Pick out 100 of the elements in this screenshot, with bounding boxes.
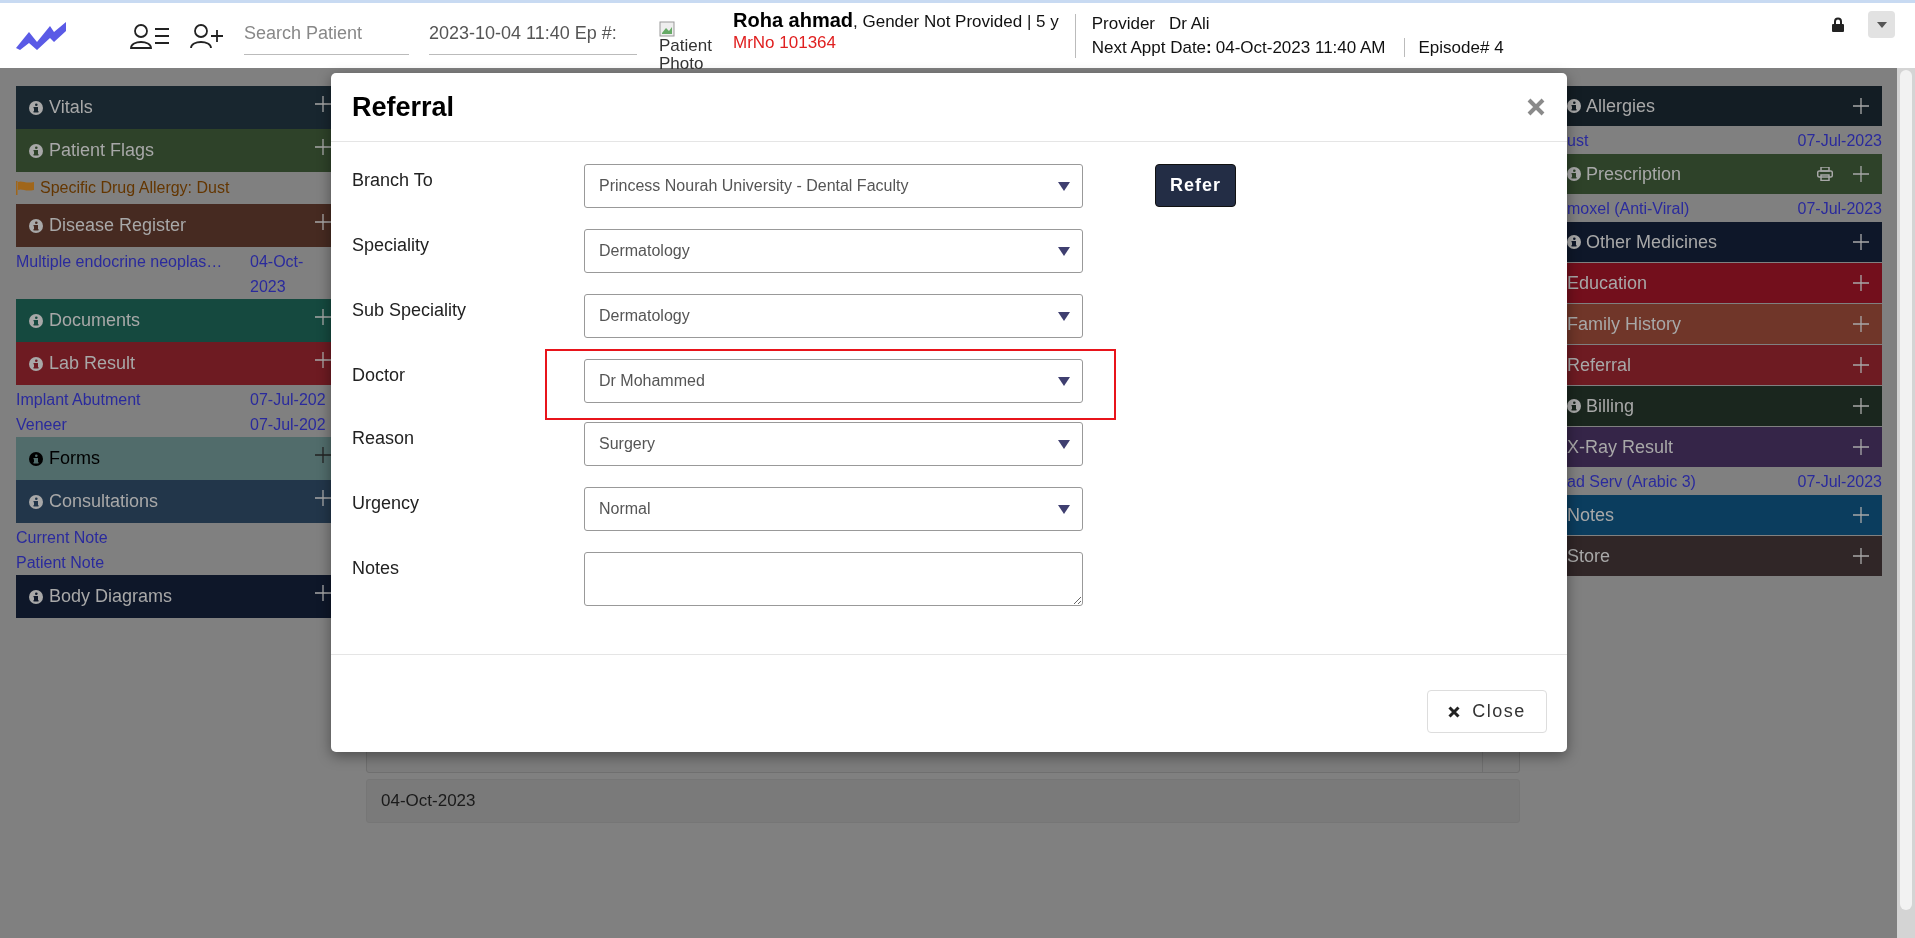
date-field[interactable]: 04-Oct-2023 <box>366 779 1520 823</box>
section-header[interactable]: Prescription <box>1567 154 1882 194</box>
section-header[interactable]: Consultations <box>16 480 331 523</box>
field-label: Speciality <box>352 234 431 256</box>
caret-icon <box>1058 246 1070 256</box>
section-title: Billing <box>1586 395 1635 417</box>
add-icon[interactable] <box>1853 507 1869 523</box>
add-icon[interactable] <box>315 351 331 368</box>
item-link[interactable]: moxel (Anti-Viral) <box>1567 195 1798 222</box>
patient-list-icon[interactable] <box>130 22 170 49</box>
section-header[interactable]: Family History <box>1567 304 1882 344</box>
info-icon <box>29 356 43 371</box>
caret-icon <box>1876 21 1887 28</box>
add-icon[interactable] <box>315 95 331 112</box>
field-label: Urgency <box>352 492 421 514</box>
refer-button[interactable]: Refer <box>1155 164 1237 207</box>
item-date: 04-Oct-2023 <box>250 252 305 297</box>
notes-field[interactable] <box>584 552 1083 606</box>
section-title: Disease Register <box>49 215 187 236</box>
field-label: Reason <box>352 427 416 449</box>
select-field[interactable]: Dermatology <box>584 294 1083 338</box>
next-appt-label: Next Appt Date: <box>1091 37 1212 57</box>
dropdown-button[interactable] <box>1868 11 1895 38</box>
episode-field[interactable]: 2023-10-04 11:40 Ep #: <box>429 16 637 55</box>
section-header[interactable]: Billing <box>1567 386 1882 426</box>
info-icon <box>1567 235 1581 249</box>
add-icon[interactable] <box>315 446 331 463</box>
select-field[interactable]: Normal <box>584 487 1083 531</box>
item-link[interactable]: Patient Note <box>16 550 331 575</box>
add-icon[interactable] <box>1853 357 1869 373</box>
caret-icon <box>1058 181 1070 191</box>
select-field[interactable]: Princess Nourah University - Dental Faculty <box>584 164 1083 208</box>
add-icon[interactable] <box>1853 275 1869 291</box>
section-header[interactable]: Vitals <box>16 86 331 129</box>
provider-label: Provider <box>1091 13 1156 33</box>
add-icon[interactable] <box>1853 398 1869 414</box>
item-date: 07-Jul-2023 <box>1797 472 1882 492</box>
print-icon[interactable] <box>1817 167 1833 181</box>
caret-icon <box>1058 311 1070 321</box>
select-field[interactable]: Dr Mohammed <box>584 359 1083 403</box>
item-link[interactable]: Implant Abutment <box>16 387 250 412</box>
field-label: Sub Speciality <box>352 299 468 321</box>
add-icon[interactable] <box>1853 548 1869 564</box>
info-icon <box>1567 99 1581 113</box>
field-label: Branch To <box>352 169 434 191</box>
section-header[interactable]: Forms <box>16 437 331 480</box>
section-title: Body Diagrams <box>49 586 173 607</box>
close-icon <box>1448 705 1461 718</box>
item-link[interactable]: ad Serv (Arabic 3) <box>1567 468 1798 495</box>
section-title: Vitals <box>49 97 93 118</box>
select-field[interactable]: Dermatology <box>584 229 1083 273</box>
add-icon[interactable] <box>1853 234 1869 250</box>
select-field[interactable]: Surgery <box>584 422 1083 466</box>
section-title: Other Medicines <box>1586 231 1718 253</box>
add-icon[interactable] <box>315 584 331 601</box>
logo-icon[interactable] <box>16 21 68 50</box>
item-link[interactable]: Current Note <box>16 525 331 550</box>
add-icon[interactable] <box>315 213 331 230</box>
section-header[interactable]: Disease Register <box>16 204 331 247</box>
lock-icon[interactable] <box>1832 17 1844 32</box>
scrollbar[interactable] <box>1897 68 1915 938</box>
section-header[interactable]: Body Diagrams <box>16 575 331 618</box>
section-header[interactable]: Patient Flags <box>16 129 331 172</box>
close-icon[interactable] <box>1527 98 1545 116</box>
info-icon <box>29 313 43 328</box>
item-link[interactable]: ust <box>1567 127 1798 154</box>
provider-name: Dr Ali <box>1169 13 1210 33</box>
section-header[interactable]: Notes <box>1567 495 1882 535</box>
info-icon <box>29 218 43 233</box>
add-icon[interactable] <box>1853 98 1869 114</box>
add-icon[interactable] <box>315 308 331 325</box>
add-patient-icon[interactable] <box>190 22 224 49</box>
item-link[interactable]: Multiple endocrine neoplas… <box>16 249 250 299</box>
add-icon[interactable] <box>315 489 331 506</box>
section-header[interactable]: Store <box>1567 536 1882 576</box>
section-title: Education <box>1567 272 1648 294</box>
section-header[interactable]: Allergies <box>1567 86 1882 126</box>
item-date: 07-Jul-202 <box>250 415 327 435</box>
add-icon[interactable] <box>1853 439 1869 455</box>
next-appt-date: 04-Oct-2023 11:40 AM <box>1215 37 1386 57</box>
add-icon[interactable] <box>315 138 331 155</box>
info-icon <box>29 451 43 466</box>
item-date: 07-Jul-2023 <box>1797 199 1882 219</box>
section-title: X-Ray Result <box>1567 436 1674 458</box>
item-date: 07-Jul-202 <box>250 390 327 410</box>
section-header[interactable]: Lab Result <box>16 342 331 385</box>
section-title: Allergies <box>1586 95 1656 117</box>
broken-image-icon <box>659 20 675 37</box>
close-button[interactable]: Close <box>1427 690 1547 733</box>
add-icon[interactable] <box>1853 316 1869 332</box>
episode-number: Episode# 4 <box>1403 37 1504 57</box>
section-header[interactable]: Other Medicines <box>1567 222 1882 262</box>
section-title: Consultations <box>49 491 159 512</box>
section-header[interactable]: Documents <box>16 299 331 342</box>
add-icon[interactable] <box>1853 166 1869 182</box>
item-link[interactable]: Veneer <box>16 412 250 437</box>
flag-text: Specific Drug Allergy: Dust <box>40 179 230 197</box>
section-header[interactable]: X-Ray Result <box>1567 427 1882 467</box>
section-header[interactable]: Education <box>1567 263 1882 303</box>
section-header[interactable]: Referral <box>1567 345 1882 385</box>
